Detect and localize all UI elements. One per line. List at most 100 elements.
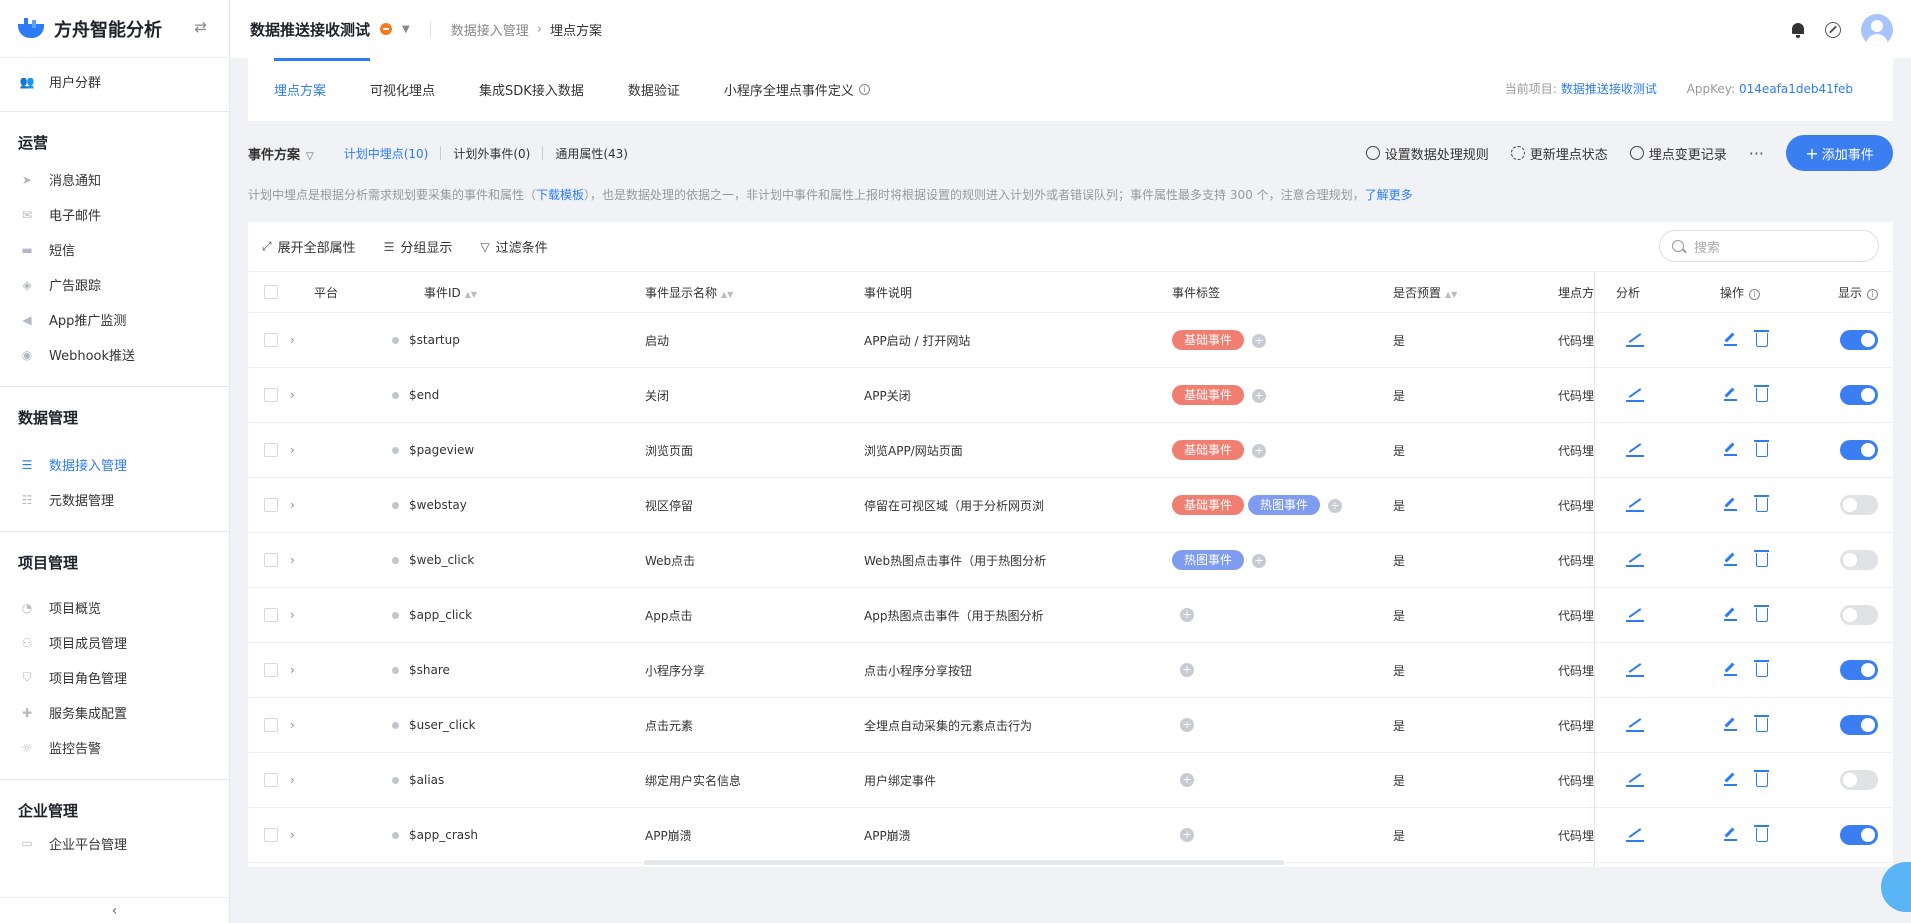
show-toggle[interactable] bbox=[1840, 715, 1878, 735]
delete-button[interactable] bbox=[1754, 440, 1769, 457]
show-toggle[interactable] bbox=[1840, 605, 1878, 625]
event-tag[interactable]: 基础事件 bbox=[1172, 440, 1245, 460]
sidebar-item-notifications[interactable]: ➤ 消息通知 bbox=[0, 162, 229, 197]
add-tag-icon[interactable]: + bbox=[1180, 718, 1194, 733]
delete-button[interactable] bbox=[1754, 825, 1769, 842]
bell-icon[interactable] bbox=[1791, 22, 1805, 38]
delete-button[interactable] bbox=[1754, 385, 1769, 402]
show-toggle[interactable] bbox=[1840, 660, 1878, 680]
more-icon[interactable]: ··· bbox=[1749, 144, 1764, 163]
edit-button[interactable] bbox=[1724, 388, 1737, 401]
add-tag-icon[interactable]: + bbox=[1328, 498, 1343, 513]
sidebar-item-user-segments[interactable]: 👥 用户分群 bbox=[0, 64, 229, 99]
add-event-button[interactable]: + 添加事件 bbox=[1786, 135, 1893, 171]
analysis-button[interactable] bbox=[1626, 606, 1644, 622]
tab-miniprogram-events[interactable]: 小程序全埋点事件定义 i bbox=[708, 58, 886, 121]
analysis-button[interactable] bbox=[1626, 826, 1644, 842]
tab-visual-tracking[interactable]: 可视化埋点 bbox=[354, 58, 451, 121]
delete-button[interactable] bbox=[1754, 550, 1769, 567]
show-toggle[interactable] bbox=[1840, 550, 1878, 570]
table-row[interactable]: › $webstay 视区停留 停留在可视区域（用于分析网页浏 基础事件 热图事件 + 是 代码… bbox=[248, 478, 1893, 533]
col-preset[interactable]: 是否预置 ▲▼ bbox=[1393, 284, 1457, 301]
tab-tracking-plan[interactable]: 埋点方案 bbox=[258, 58, 342, 121]
row-checkbox[interactable] bbox=[264, 608, 278, 622]
swap-icon[interactable]: ⇄ bbox=[194, 18, 207, 36]
row-checkbox[interactable] bbox=[264, 553, 278, 567]
edit-button[interactable] bbox=[1724, 828, 1737, 841]
chevron-right-icon[interactable]: › bbox=[290, 498, 295, 512]
show-toggle[interactable] bbox=[1840, 440, 1878, 460]
select-all-checkbox[interactable] bbox=[264, 285, 278, 299]
add-tag-icon[interactable]: + bbox=[1180, 663, 1194, 678]
sidebar-item-integration[interactable]: ✚ 服务集成配置 bbox=[0, 695, 229, 730]
chevron-down-icon[interactable]: ▼ bbox=[402, 24, 410, 35]
edit-button[interactable] bbox=[1724, 663, 1737, 676]
filter-button[interactable]: ▽ 过滤条件 bbox=[480, 237, 547, 257]
edit-button[interactable] bbox=[1724, 718, 1737, 731]
edit-button[interactable] bbox=[1724, 443, 1737, 456]
collapse-sidebar-button[interactable]: ‹ bbox=[0, 897, 229, 923]
table-row[interactable]: › $user_click 点击元素 全埋点自动采集的元素点击行为 + 是 代码埋 bbox=[248, 698, 1893, 753]
learn-more-link[interactable]: 了解更多 bbox=[1365, 188, 1413, 202]
assistant-icon[interactable] bbox=[1881, 862, 1911, 912]
add-tag-icon[interactable]: + bbox=[1252, 443, 1267, 458]
add-tag-icon[interactable]: + bbox=[1180, 773, 1194, 788]
delete-button[interactable] bbox=[1754, 770, 1769, 787]
chevron-right-icon[interactable]: › bbox=[290, 718, 295, 732]
tab-data-validation[interactable]: 数据验证 bbox=[612, 58, 696, 121]
row-checkbox[interactable] bbox=[264, 498, 278, 512]
info-icon[interactable]: i bbox=[858, 84, 870, 95]
sidebar-item-project-overview[interactable]: ◔ 项目概览 bbox=[0, 590, 229, 625]
col-event-id[interactable]: 事件ID ▲▼ bbox=[424, 284, 477, 301]
edit-button[interactable] bbox=[1724, 498, 1737, 511]
analysis-button[interactable] bbox=[1626, 386, 1644, 402]
analysis-button[interactable] bbox=[1626, 716, 1644, 732]
delete-button[interactable] bbox=[1754, 715, 1769, 732]
sidebar-item-members[interactable]: ⚇ 项目成员管理 bbox=[0, 625, 229, 660]
event-tag[interactable]: 基础事件 bbox=[1172, 385, 1245, 405]
analysis-button[interactable] bbox=[1626, 551, 1644, 567]
subtab-planned[interactable]: 计划中埋点(10) bbox=[332, 145, 441, 162]
tab-sdk-integration[interactable]: 集成SDK接入数据 bbox=[463, 58, 600, 121]
subtab-common-props[interactable]: 通用属性(43) bbox=[543, 145, 640, 162]
table-row[interactable]: › $web_click Web点击 Web热图点击事件（用于热图分析 热图事件 + 是 代码… bbox=[248, 533, 1893, 588]
analysis-button[interactable] bbox=[1626, 441, 1644, 457]
delete-button[interactable] bbox=[1754, 605, 1769, 622]
show-toggle[interactable] bbox=[1840, 385, 1878, 405]
sidebar-item-sms[interactable]: ▬ 短信 bbox=[0, 232, 229, 267]
delete-button[interactable] bbox=[1754, 495, 1769, 512]
processing-rules-button[interactable]: 设置数据处理规则 bbox=[1365, 144, 1489, 163]
col-display-name[interactable]: 事件显示名称 ▲▼ bbox=[645, 284, 733, 301]
analysis-button[interactable] bbox=[1626, 331, 1644, 347]
edit-button[interactable] bbox=[1724, 773, 1737, 786]
show-toggle[interactable] bbox=[1840, 770, 1878, 790]
sidebar-item-roles[interactable]: ⛉ 项目角色管理 bbox=[0, 660, 229, 695]
row-checkbox[interactable] bbox=[264, 333, 278, 347]
table-row[interactable]: › $alias 绑定用户实名信息 用户绑定事件 + 是 代码埋 bbox=[248, 753, 1893, 808]
link-icon[interactable] bbox=[1825, 22, 1841, 38]
table-row[interactable]: › $startup 启动 APP启动 / 打开网站 基础事件 + 是 代码埋 bbox=[248, 313, 1893, 368]
row-checkbox[interactable] bbox=[264, 443, 278, 457]
sidebar-item-alerts[interactable]: ☼ 监控告警 bbox=[0, 730, 229, 765]
event-tag[interactable]: 热图事件 bbox=[1248, 495, 1321, 515]
sidebar-item-metadata[interactable]: ☷ 元数据管理 bbox=[0, 482, 229, 517]
sidebar-item-app-promo[interactable]: ◀ App推广监测 bbox=[0, 302, 229, 337]
info-icon[interactable]: i bbox=[1867, 288, 1879, 300]
current-project-value[interactable]: 数据推送接收测试 bbox=[1561, 82, 1657, 96]
change-log-button[interactable]: 埋点变更记录 bbox=[1629, 144, 1727, 163]
scheme-dropdown[interactable]: 事件方案 ▽ bbox=[248, 144, 314, 163]
event-tag[interactable]: 基础事件 bbox=[1172, 330, 1245, 350]
analysis-button[interactable] bbox=[1626, 496, 1644, 512]
subtab-unplanned[interactable]: 计划外事件(0) bbox=[441, 145, 542, 162]
search-input[interactable]: 搜索 bbox=[1659, 230, 1879, 262]
analysis-button[interactable] bbox=[1626, 661, 1644, 677]
group-display-button[interactable]: ☰ 分组显示 bbox=[384, 237, 453, 257]
show-toggle[interactable] bbox=[1840, 495, 1878, 515]
add-tag-icon[interactable]: + bbox=[1180, 608, 1194, 623]
table-row[interactable]: › $end 关闭 APP关闭 基础事件 + 是 代码埋 bbox=[248, 368, 1893, 423]
avatar[interactable] bbox=[1861, 14, 1893, 46]
chevron-right-icon[interactable]: › bbox=[290, 663, 295, 677]
chevron-right-icon[interactable]: › bbox=[290, 608, 295, 622]
sidebar-item-email[interactable]: ✉ 电子邮件 bbox=[0, 197, 229, 232]
table-row[interactable]: › $app_click App点击 App热图点击事件（用于热图分析 + 是 代码埋 bbox=[248, 588, 1893, 643]
